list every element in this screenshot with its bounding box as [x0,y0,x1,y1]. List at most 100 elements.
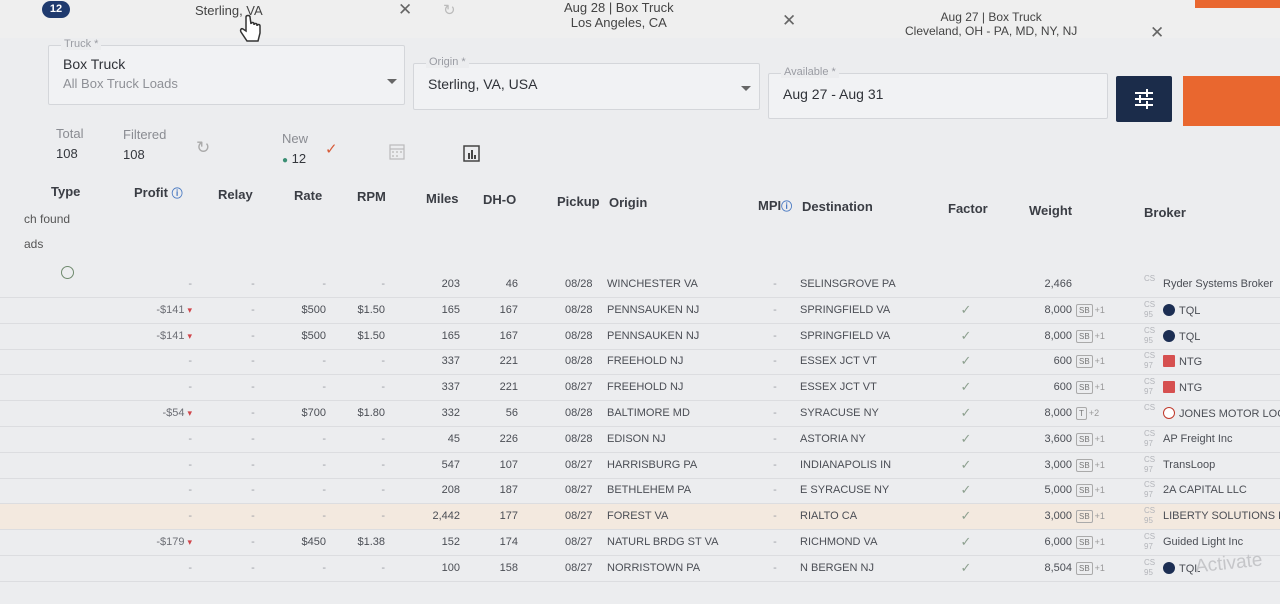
more-tags[interactable]: +1 [1095,511,1105,521]
col-profit[interactable]: Profit ⓘ [134,185,183,201]
cell-broker[interactable]: AP Freight Inc [1163,433,1280,445]
check-icon[interactable]: ✓ [325,140,338,158]
chart-icon[interactable] [463,145,480,162]
cell-weight: 3,000 SB +1 [1044,458,1105,472]
cell-broker[interactable]: Guided Light Inc [1163,536,1280,548]
refresh-icon[interactable]: ↻ [443,2,456,19]
profit-dropdown-icon[interactable]: ▾ [187,537,192,547]
col-type[interactable]: Type [51,184,80,199]
col-mpi[interactable]: MPIⓘ [758,198,792,214]
profit-dropdown-icon[interactable]: ▾ [187,331,192,341]
cell-weight: 6,000 SB +1 [1044,536,1105,549]
col-factor[interactable]: Factor [948,201,988,216]
table-row[interactable]: - - - - 208 187 08/27 BETHLEHEM PA - E SYRACUSE N… [0,478,1280,505]
total-label: Total [56,126,84,141]
cell-mpi: - [773,432,777,445]
cell-relay: - [251,561,255,574]
more-tags[interactable]: +1 [1095,434,1105,444]
cell-broker[interactable]: Ryder Systems Broker [1163,278,1280,290]
factor-check-icon: ✓ [960,353,972,369]
cell-broker[interactable]: NTG [1163,355,1280,368]
more-tags[interactable]: +2 [1089,408,1099,418]
factor-check-icon: ✓ [960,430,972,446]
table-row[interactable]: -$54 ▾ - $700 $1.80 332 56 08/28 BALTIMORE MD - SY… [0,401,1280,427]
col-relay[interactable]: Relay [218,187,253,202]
cell-rpm: - [381,355,385,368]
col-miles[interactable]: Miles [426,191,459,206]
table-row[interactable]: - - - - 2,442 177 08/27 FOREST VA - RIALTO CA ✓ 3,0… [0,504,1280,531]
col-origin[interactable]: Origin [609,195,647,210]
cell-origin: EDISON NJ [607,432,666,445]
more-tags[interactable]: +1 [1095,460,1105,470]
origin-select[interactable]: Origin * Sterling, VA, USA [413,56,760,110]
table-row[interactable]: - - - - 337 221 08/28 FREEHOLD NJ - ESSEX JCT VT ✓… [0,349,1280,376]
close-icon[interactable]: ✕ [782,12,796,29]
col-rpm[interactable]: RPM [357,189,386,204]
cell-profit: -$179 ▾ [156,536,192,548]
cell-dest: RICHMOND VA [800,536,878,548]
col-rate[interactable]: Rate [294,188,322,203]
equipment-tag: SB [1076,329,1093,343]
more-tags[interactable]: +1 [1095,382,1105,392]
chevron-down-icon [741,86,751,91]
loads-notice: ads [24,237,44,251]
more-tags[interactable]: +1 [1095,485,1105,495]
table-row[interactable]: - - - - 337 221 08/27 FREEHOLD NJ - ESSEX JCT VT ✓… [0,375,1280,402]
more-tags[interactable]: +1 [1095,563,1105,573]
more-tags[interactable]: +1 [1095,305,1105,315]
col-dh-o[interactable]: DH-O [483,192,516,207]
cell-weight: 8,000 T +2 [1044,407,1100,420]
equipment-tag: T [1076,407,1087,420]
close-icon[interactable]: ✕ [1150,24,1164,41]
cell-miles: 45 [447,432,460,445]
filter-settings-button[interactable] [1116,76,1172,122]
cell-miles: 337 [441,381,460,394]
reset-icon[interactable]: ↻ [196,138,210,158]
tab-count-badge[interactable]: 12 [42,1,70,18]
cell-profit: -$141 ▾ [156,329,192,342]
info-icon[interactable]: ⓘ [781,201,792,213]
cell-broker[interactable]: NTG [1163,381,1280,394]
cell-broker[interactable]: TQL [1163,303,1280,317]
cell-profit: -$141 ▾ [156,303,192,316]
more-tags[interactable]: +1 [1095,356,1105,366]
profit-dropdown-icon[interactable]: ▾ [187,305,192,315]
table-row[interactable]: -$141 ▾ - $500 $1.50 165 167 08/28 PENNSAUKEN NJ… [0,298,1280,324]
cell-dest: ESSEX JCT VT [800,381,877,394]
more-tags[interactable]: +1 [1095,537,1105,547]
available-date-field[interactable]: Available * Aug 27 - Aug 31 [768,66,1108,119]
table-row[interactable]: - - - - 100 158 08/27 NORRISTOWN PA - N BERGEN NJ… [0,556,1280,582]
tab-los-angeles[interactable]: Aug 28 | Box Truck Los Angeles, CA [564,0,674,30]
cell-broker[interactable]: LIBERTY SOLUTIONS LOG [1163,510,1280,522]
calendar-icon[interactable] [389,143,405,160]
profit-dropdown-icon[interactable]: ▾ [187,408,192,418]
chevron-down-icon [387,79,397,84]
cell-miles: 337 [441,355,460,368]
cell-broker[interactable]: 2A CAPITAL LLC [1163,484,1280,496]
search-loads-button[interactable] [1183,76,1280,126]
table-row[interactable]: -$141 ▾ - $500 $1.50 165 167 08/28 PENNSAUKEN NJ… [0,324,1280,350]
table-row[interactable]: - - - - 547 107 08/27 HARRISBURG PA - INDIANAPOLI… [0,453,1280,479]
close-icon[interactable]: ✕ [398,1,412,18]
col-broker[interactable]: Broker [1144,205,1186,220]
table-row[interactable]: - - - - 203 46 08/28 WINCHESTER VA - SELINSGROVE … [0,272,1280,298]
table-row[interactable]: - - - - 45 226 08/28 EDISON NJ - ASTORIA NY ✓ 3,600… [0,427,1280,453]
info-icon[interactable]: ⓘ [172,188,183,200]
cell-profit: - [188,381,192,394]
cell-broker[interactable]: TQL [1163,329,1280,343]
table-row[interactable]: -$179 ▾ - $450 $1.38 152 174 08/27 NATURL BRDG S… [0,530,1280,556]
broker-logo-icon [1163,355,1175,368]
col-weight[interactable]: Weight [1029,203,1072,218]
cell-broker[interactable]: JONES MOTOR LOG [1163,407,1280,420]
more-tags[interactable]: +1 [1095,331,1105,341]
tab-line2: Cleveland, OH - PA, MD, NY, NJ [905,24,1078,38]
col-destination[interactable]: Destination [802,199,873,214]
cell-pickup: 08/28 [565,303,593,316]
col-pickup[interactable]: Pickup [557,194,600,209]
tab-cleveland[interactable]: Aug 27 | Box Truck Cleveland, OH - PA, M… [905,10,1077,38]
cell-rpm: - [381,458,385,471]
truck-select[interactable]: Truck * Box Truck All Box Truck Loads [48,38,405,105]
cell-dest: ASTORIA NY [800,432,866,445]
cell-miles: 165 [441,303,460,316]
cell-broker[interactable]: TransLoop [1163,459,1280,471]
